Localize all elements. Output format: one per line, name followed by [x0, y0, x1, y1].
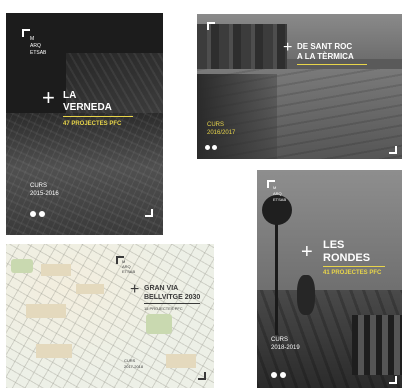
divider: [323, 266, 385, 267]
divider: [144, 303, 200, 304]
photo-sky: [257, 170, 402, 300]
map-park: [146, 314, 172, 334]
poster-title-line: VERNEDA: [63, 102, 112, 113]
course-label: CURS: [271, 337, 289, 343]
logo-line: ETSAB: [30, 50, 47, 56]
map-block: [41, 264, 71, 276]
photo-buildings: [197, 24, 287, 69]
course-label: CURS: [124, 358, 136, 363]
poster-la-verneda[interactable]: M ARQ ETSAB + LA VERNEDA 47 PROJECTES PF…: [6, 13, 163, 235]
poster-title-line: BELLVITGE 2030: [144, 294, 201, 301]
course-years: 2018-2019: [271, 345, 300, 351]
map-block: [76, 284, 104, 294]
map-block: [166, 354, 196, 368]
map-park: [11, 259, 33, 273]
course-years: 2017-2018: [124, 364, 144, 369]
logo-line: ARQ: [273, 191, 282, 196]
photo-palm-trunk: [275, 215, 278, 335]
logo-line: ARQ: [30, 43, 41, 49]
logo-line: M: [30, 36, 35, 42]
seal-icon: [39, 211, 45, 217]
poster-title-line: RONDES: [323, 252, 371, 264]
divider: [297, 64, 367, 65]
course-years: 2016/2017: [207, 130, 236, 136]
plus-icon: +: [301, 241, 313, 263]
seal-icon: [205, 145, 210, 150]
poster-title-line: LA: [63, 90, 77, 101]
corner-bracket-icon: [145, 209, 153, 217]
corner-bracket-icon: [22, 29, 30, 37]
plus-icon: +: [42, 85, 55, 110]
logo-line: ETSAB: [273, 197, 287, 202]
course-years: 2015-2016: [30, 191, 59, 197]
logo-line: ETSAB: [122, 269, 136, 274]
poster-gran-via[interactable]: M ARQ ETSAB + GRAN VIA BELLVITGE 2030 15…: [6, 244, 214, 388]
poster-subtitle: 41 PROJECTES PFC: [323, 270, 382, 276]
poster-subtitle: 15 PROJECTES PFC: [144, 306, 183, 311]
poster-de-sant-roc[interactable]: + DE SANT ROC A LA TÈRMICA CURS 2016/201…: [197, 14, 402, 159]
plus-icon: +: [130, 281, 140, 298]
corner-bracket-icon: [389, 376, 397, 384]
course-label: CURS: [30, 183, 48, 189]
plus-icon: +: [283, 39, 293, 56]
photo-arcade: [352, 315, 402, 375]
aerial-photo-city: [6, 113, 163, 235]
divider: [63, 116, 133, 117]
seal-icon: [212, 145, 217, 150]
poster-les-rondes[interactable]: M ARQ ETSAB + LES RONDES 41 PROJECTES PF…: [257, 170, 402, 388]
poster-subtitle: 47 PROJECTES PFC: [63, 121, 122, 127]
logo-line: M: [273, 185, 277, 190]
course-label: CURS: [207, 122, 225, 128]
seal-icon: [30, 211, 36, 217]
map-block: [26, 304, 66, 318]
corner-bracket-icon: [198, 372, 206, 380]
seal-icon: [271, 372, 277, 378]
poster-title-line: DE SANT ROC: [297, 42, 353, 51]
poster-title-line: A LA TÈRMICA: [297, 52, 354, 61]
seal-icon: [280, 372, 286, 378]
map-block: [36, 344, 72, 358]
poster-title-line: LES: [323, 239, 345, 251]
corner-bracket-icon: [389, 146, 397, 154]
photo-tree: [297, 275, 315, 315]
poster-title-line: GRAN VIA: [144, 285, 179, 292]
corner-bracket-icon: [207, 22, 215, 30]
